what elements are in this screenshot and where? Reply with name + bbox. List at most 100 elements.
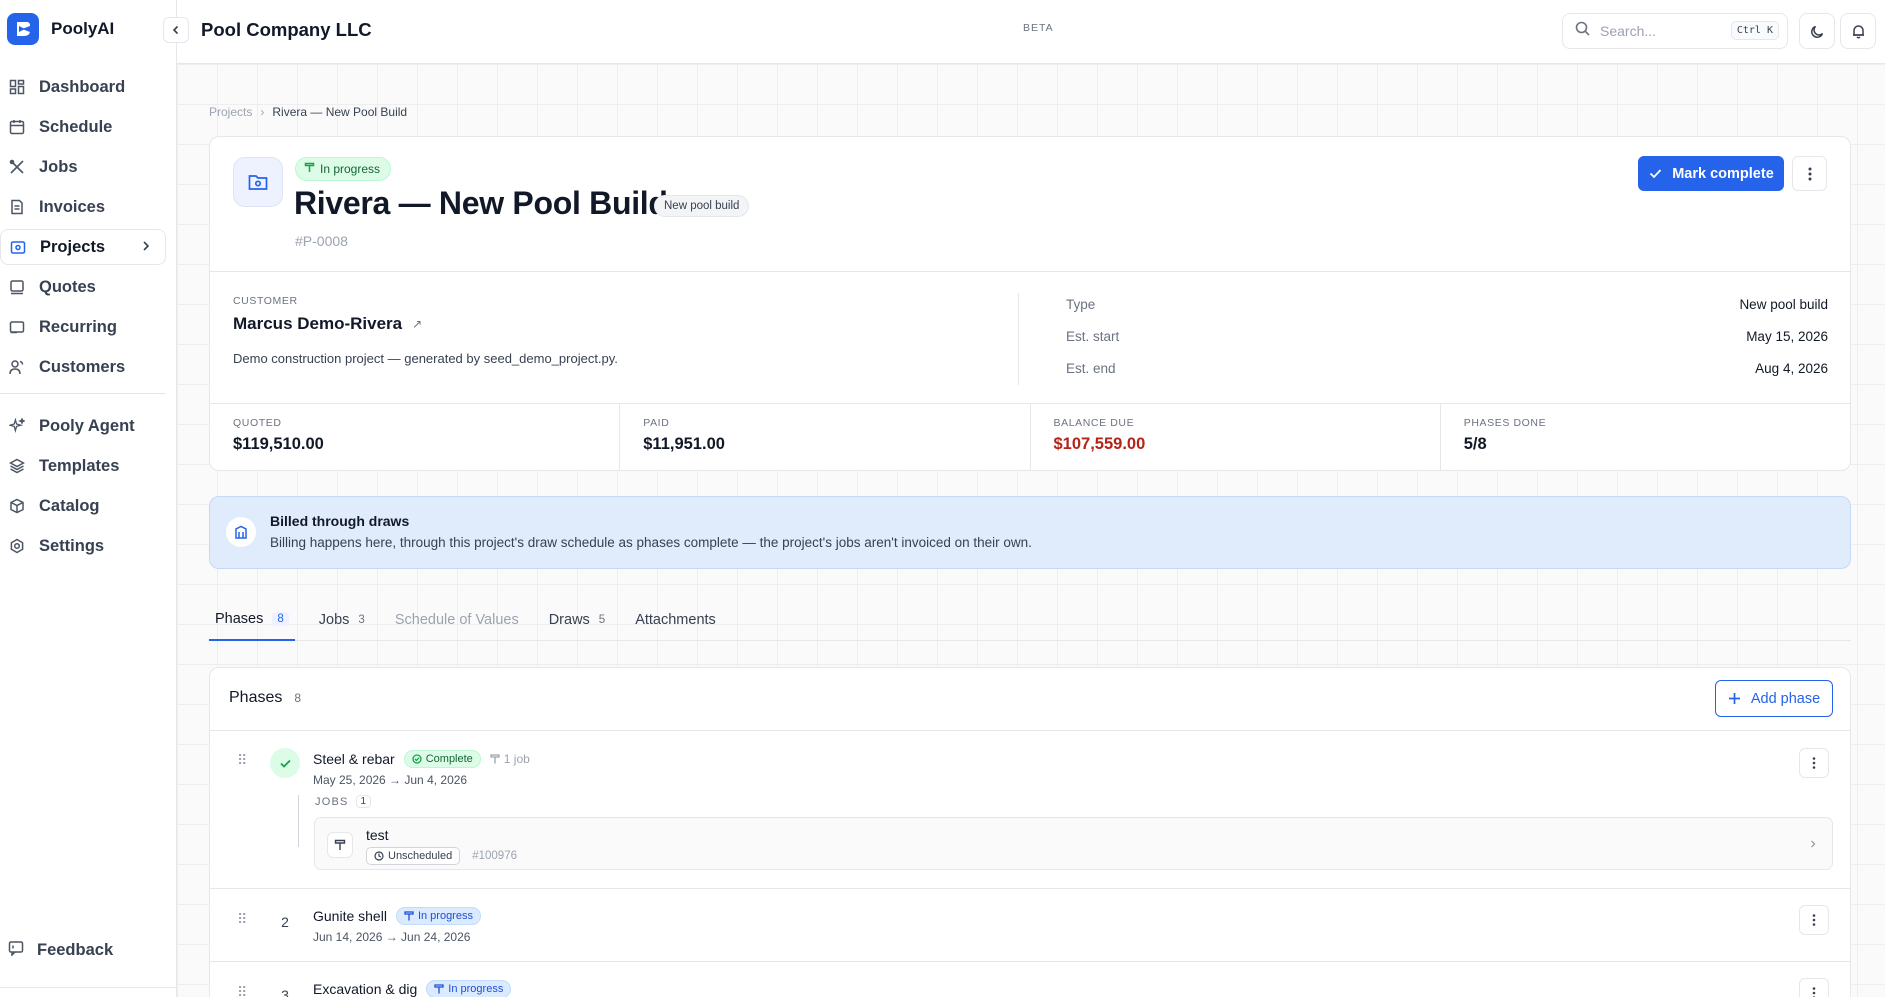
- more-vertical-icon: [1812, 987, 1816, 997]
- meta-est-end: Est. end Aug 4, 2026: [1066, 361, 1828, 376]
- breadcrumb: Projects › Rivera — New Pool Build: [209, 105, 407, 119]
- phase-more-button[interactable]: [1799, 748, 1829, 778]
- breadcrumb-current: Rivera — New Pool Build: [272, 105, 408, 119]
- phase-name: Excavation & dig: [313, 981, 418, 997]
- job-card[interactable]: test Unscheduled #100976: [314, 817, 1833, 870]
- meta-label: Est. end: [1066, 361, 1116, 376]
- check-circle-icon: [412, 754, 422, 764]
- phases-panel: Phases 8 Add phase ⠿ Steel & rebar Compl…: [209, 667, 1851, 997]
- add-phase-button[interactable]: Add phase: [1715, 680, 1833, 717]
- breadcrumb-projects-link[interactable]: Projects: [209, 105, 252, 119]
- project-status-label: In progress: [320, 162, 381, 176]
- sidebar-item-projects[interactable]: Projects: [0, 229, 166, 265]
- sidebar-item-label: Templates: [39, 456, 120, 475]
- tab-phases[interactable]: Phases 8: [209, 598, 295, 641]
- phase-dates: Jun 14, 2026 → Jun 24, 2026: [313, 930, 471, 944]
- project-status-badge: In progress: [295, 157, 392, 181]
- wrench-icon: [490, 754, 500, 764]
- sidebar-item-label: Dashboard: [39, 77, 126, 96]
- project-number: #P-0008: [295, 233, 348, 249]
- beta-badge: BETA: [1023, 22, 1054, 34]
- project-more-button[interactable]: [1792, 156, 1827, 191]
- phase-name: Steel & rebar: [313, 751, 395, 767]
- tab-attachments[interactable]: Attachments: [629, 598, 722, 641]
- stat-label: QUOTED: [233, 417, 282, 429]
- customer-label: CUSTOMER: [233, 295, 298, 307]
- phase-title[interactable]: Excavation & dig In progress: [313, 980, 512, 997]
- page-title: Rivera — New Pool Build: [294, 185, 668, 221]
- search-box[interactable]: Ctrl K: [1562, 13, 1788, 49]
- tools-icon: [8, 158, 26, 176]
- job-count-label: 1 job: [503, 752, 530, 766]
- search-icon: [1575, 21, 1590, 41]
- sidebar-item-recurring[interactable]: Recurring: [0, 309, 166, 345]
- sidebar-item-feedback[interactable]: Feedback: [8, 940, 113, 961]
- stat-paid: PAID $11,951.00: [620, 404, 1031, 471]
- more-vertical-icon: [1808, 167, 1811, 180]
- drag-handle-icon[interactable]: ⠿: [237, 984, 247, 997]
- stat-value: $11,951.00: [643, 435, 725, 453]
- sidebar-item-schedule[interactable]: Schedule: [0, 109, 166, 145]
- tab-jobs[interactable]: Jobs 3: [313, 598, 371, 641]
- sidebar-item-templates[interactable]: Templates: [0, 448, 166, 484]
- chevron-right-icon: [1808, 836, 1818, 854]
- phase-title[interactable]: Steel & rebar Complete 1 job: [313, 750, 530, 768]
- status-badge: In progress: [395, 907, 481, 925]
- theme-toggle-button[interactable]: [1799, 13, 1835, 49]
- meta-label: Est. start: [1066, 329, 1120, 344]
- phase-more-button[interactable]: [1799, 905, 1829, 935]
- main-content: Projects › Rivera — New Pool Build In pr…: [177, 64, 1885, 997]
- invoice-icon: [8, 198, 26, 216]
- project-folder-icon: [233, 157, 283, 207]
- sidebar-item-label: Projects: [40, 237, 106, 256]
- external-link-icon: ↗: [412, 317, 423, 331]
- sidebar-item-label: Customers: [39, 357, 126, 376]
- phase-name: Gunite shell: [313, 908, 387, 924]
- sidebar-item-label: Quotes: [39, 277, 96, 296]
- more-vertical-icon: [1812, 914, 1816, 926]
- stat-label: PAID: [643, 417, 670, 429]
- notifications-button[interactable]: [1840, 13, 1876, 49]
- jobs-rail: [298, 795, 299, 847]
- divider: [210, 271, 1850, 272]
- search-input[interactable]: [1600, 23, 1720, 39]
- wrench-icon: [327, 832, 353, 858]
- drag-handle-icon[interactable]: ⠿: [237, 752, 247, 769]
- sidebar-item-invoices[interactable]: Invoices: [0, 189, 166, 225]
- building-icon: [226, 517, 256, 547]
- sidebar-item-settings[interactable]: Settings: [0, 528, 166, 564]
- status-badge: Complete: [403, 750, 481, 768]
- sidebar-item-pooly-agent[interactable]: Pooly Agent: [0, 408, 166, 444]
- customer-link[interactable]: Marcus Demo-Rivera ↗: [233, 314, 422, 334]
- sidebar-item-quotes[interactable]: Quotes: [0, 269, 166, 305]
- quote-icon: [8, 278, 26, 296]
- check-icon: [279, 759, 291, 768]
- plus-icon: [1728, 693, 1740, 704]
- status-label: In progress: [417, 910, 473, 922]
- brand[interactable]: PoolyAI: [7, 13, 114, 45]
- sidebar-nav: Dashboard Schedule Jobs Invoices Project…: [0, 69, 166, 568]
- phases-count: 8: [294, 691, 302, 705]
- project-header-card: In progress Rivera — New Pool Build New …: [209, 136, 1851, 471]
- sidebar-item-dashboard[interactable]: Dashboard: [0, 69, 166, 105]
- brand-name: PoolyAI: [51, 19, 115, 38]
- drag-handle-icon[interactable]: ⠿: [237, 911, 247, 928]
- wrench-icon: [434, 984, 444, 994]
- collapse-sidebar-button[interactable]: [163, 17, 189, 43]
- wrench-icon: [304, 162, 315, 176]
- sidebar-item-jobs[interactable]: Jobs: [0, 149, 166, 185]
- tab-draws[interactable]: Draws 5: [543, 598, 612, 641]
- sidebar-item-customers[interactable]: Customers: [0, 349, 166, 385]
- sparkle-icon: [8, 417, 26, 435]
- meta-value: New pool build: [1739, 297, 1828, 312]
- tab-schedule-of-values[interactable]: Schedule of Values: [389, 598, 525, 641]
- sidebar-item-catalog[interactable]: Catalog: [0, 488, 166, 524]
- mark-complete-button[interactable]: Mark complete: [1638, 156, 1784, 191]
- phase-more-button[interactable]: [1799, 978, 1829, 997]
- search-shortcut: Ctrl K: [1730, 21, 1779, 40]
- jobs-label-text: JOBS: [315, 795, 349, 808]
- phase-title[interactable]: Gunite shell In progress: [313, 907, 481, 925]
- sidebar-item-label: Recurring: [39, 317, 117, 336]
- tab-label: Attachments: [635, 611, 716, 628]
- check-icon: [1650, 169, 1662, 179]
